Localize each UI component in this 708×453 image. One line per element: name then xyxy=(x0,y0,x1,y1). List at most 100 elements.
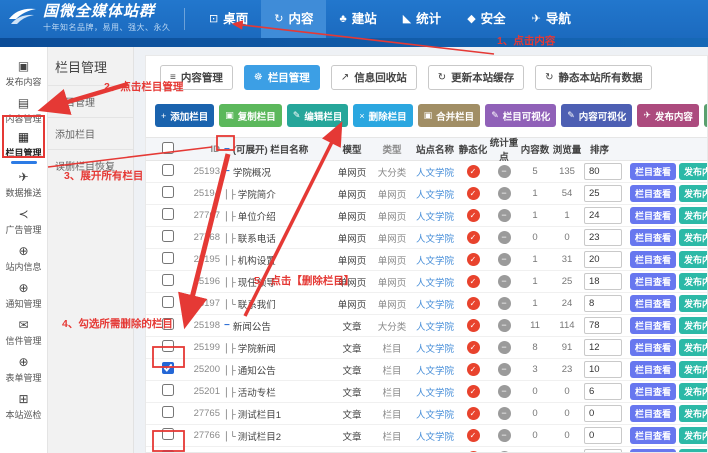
row-site-link[interactable]: 人文学院 xyxy=(412,363,458,377)
栏目查看-button[interactable]: 栏目查看 xyxy=(630,383,676,400)
发布内容-button[interactable]: 发布内容 xyxy=(679,427,708,444)
栏目查看-button[interactable]: 栏目查看 xyxy=(630,427,676,444)
row-checkbox[interactable] xyxy=(162,406,174,418)
submenu-item-添加栏目[interactable]: 添加栏目 xyxy=(48,117,133,149)
row-site-link[interactable]: 人文学院 xyxy=(412,253,458,267)
static-on-icon[interactable]: ✓ xyxy=(467,385,480,398)
sidebar-item-表单管理[interactable]: ⊕表单管理 xyxy=(0,351,48,388)
row-checkbox[interactable] xyxy=(162,274,174,286)
栏目查看-button[interactable]: 栏目查看 xyxy=(630,295,676,312)
static-on-icon[interactable]: ✓ xyxy=(467,319,480,332)
sidebar-item-站内信息[interactable]: ⊕站内信息 xyxy=(0,240,48,277)
合并栏目-button[interactable]: ▣合并栏目 xyxy=(418,104,481,127)
栏目查看-button[interactable]: 栏目查看 xyxy=(630,229,676,246)
column-name[interactable]: 学院新闻 xyxy=(238,341,276,355)
row-site-link[interactable]: 人文学院 xyxy=(412,407,458,421)
tab-内容管理[interactable]: ≡内容管理 xyxy=(160,65,233,90)
sort-input[interactable] xyxy=(584,405,622,422)
stat-off-icon[interactable]: − xyxy=(498,429,511,442)
stat-off-icon[interactable]: − xyxy=(498,187,511,200)
stat-off-icon[interactable]: − xyxy=(498,297,511,310)
tab-栏目管理[interactable]: ☸栏目管理 xyxy=(244,65,320,90)
sort-input[interactable] xyxy=(584,185,622,202)
column-name[interactable]: 活动专栏 xyxy=(238,385,276,399)
sort-input[interactable] xyxy=(584,163,622,180)
发布内容-button[interactable]: 发布内容 xyxy=(679,295,708,312)
sort-input[interactable] xyxy=(584,449,622,453)
row-checkbox[interactable] xyxy=(162,252,174,264)
stat-off-icon[interactable]: − xyxy=(498,363,511,376)
栏目查看-button[interactable]: 栏目查看 xyxy=(630,405,676,422)
static-on-icon[interactable]: ✓ xyxy=(467,341,480,354)
collapse-icon[interactable]: − xyxy=(224,166,230,177)
sidebar-item-栏目管理[interactable]: ▦栏目管理 xyxy=(0,129,48,166)
static-on-icon[interactable]: ✓ xyxy=(467,429,480,442)
发布内容-button[interactable]: ✈发布内容 xyxy=(637,104,699,127)
sidebar-item-内容管理[interactable]: ▤内容管理 xyxy=(0,92,48,129)
row-checkbox[interactable] xyxy=(162,230,174,242)
nav-item-建站[interactable]: ♣建站 xyxy=(326,0,389,38)
row-checkbox[interactable] xyxy=(162,362,174,374)
栏目查看-button[interactable]: 栏目查看 xyxy=(630,361,676,378)
static-on-icon[interactable]: ✓ xyxy=(467,297,480,310)
sort-input[interactable] xyxy=(584,339,622,356)
row-site-link[interactable]: 人文学院 xyxy=(412,209,458,223)
nav-item-安全[interactable]: ◆安全 xyxy=(454,0,518,38)
column-name[interactable]: 通知公告 xyxy=(238,363,276,377)
row-checkbox[interactable] xyxy=(162,208,174,220)
row-site-link[interactable]: 人文学院 xyxy=(412,319,458,333)
nav-item-导航[interactable]: ✈导航 xyxy=(519,0,584,38)
nav-item-桌面[interactable]: ⊡桌面 xyxy=(196,0,261,38)
column-name[interactable]: 学院概况 xyxy=(233,165,271,179)
row-checkbox[interactable] xyxy=(162,340,174,352)
static-on-icon[interactable]: ✓ xyxy=(467,209,480,222)
stat-off-icon[interactable]: − xyxy=(498,165,511,178)
查看动态-button[interactable]: ⊙查看动态 xyxy=(704,104,708,127)
删除栏目-button[interactable]: ×删除栏目 xyxy=(353,104,412,127)
stat-off-icon[interactable]: − xyxy=(498,385,511,398)
column-name[interactable]: 现任领导 xyxy=(238,275,276,289)
column-name[interactable]: 学院简介 xyxy=(238,187,276,201)
row-site-link[interactable]: 人文学院 xyxy=(412,341,458,355)
stat-off-icon[interactable]: − xyxy=(498,231,511,244)
row-site-link[interactable]: 人文学院 xyxy=(412,275,458,289)
sort-input[interactable] xyxy=(584,427,622,444)
sidebar-item-本站巡检[interactable]: ⊞本站巡检 xyxy=(0,388,48,425)
sort-input[interactable] xyxy=(584,383,622,400)
sort-input[interactable] xyxy=(584,295,622,312)
column-name[interactable]: 测试栏目1 xyxy=(238,407,281,421)
tab-信息回收站[interactable]: ↗信息回收站 xyxy=(331,65,417,90)
row-site-link[interactable]: 人文学院 xyxy=(412,231,458,245)
sort-input[interactable] xyxy=(584,317,622,334)
sort-input[interactable] xyxy=(584,251,622,268)
row-checkbox[interactable] xyxy=(162,384,174,396)
栏目查看-button[interactable]: 栏目查看 xyxy=(630,251,676,268)
row-site-link[interactable]: 人文学院 xyxy=(412,297,458,311)
发布内容-button[interactable]: 发布内容 xyxy=(679,339,708,356)
select-all-checkbox[interactable] xyxy=(162,142,174,154)
发布内容-button[interactable]: 发布内容 xyxy=(679,317,708,334)
static-on-icon[interactable]: ✓ xyxy=(467,407,480,420)
栏目查看-button[interactable]: 栏目查看 xyxy=(630,273,676,290)
row-site-link[interactable]: 人文学院 xyxy=(412,385,458,399)
stat-off-icon[interactable]: − xyxy=(498,341,511,354)
column-name[interactable]: 测试栏目2 xyxy=(238,429,281,443)
row-checkbox[interactable] xyxy=(162,164,174,176)
row-site-link[interactable]: 人文学院 xyxy=(412,165,458,179)
column-name[interactable]: 单位介绍 xyxy=(238,209,276,223)
submenu-item-栏目管理[interactable]: 栏目管理 xyxy=(48,85,133,117)
row-checkbox[interactable] xyxy=(162,296,174,308)
栏目查看-button[interactable]: 栏目查看 xyxy=(630,207,676,224)
stat-off-icon[interactable]: − xyxy=(498,319,511,332)
发布内容-button[interactable]: 发布内容 xyxy=(679,207,708,224)
static-on-icon[interactable]: ✓ xyxy=(467,187,480,200)
发布内容-button[interactable]: 发布内容 xyxy=(679,163,708,180)
栏目可视化-button[interactable]: ✎栏目可视化 xyxy=(485,104,556,127)
column-name[interactable]: 联系我们 xyxy=(238,297,276,311)
stat-off-icon[interactable]: − xyxy=(498,209,511,222)
sort-input[interactable] xyxy=(584,361,622,378)
sidebar-item-广告管理[interactable]: ≺广告管理 xyxy=(0,203,48,240)
static-on-icon[interactable]: ✓ xyxy=(467,253,480,266)
static-on-icon[interactable]: ✓ xyxy=(467,363,480,376)
submenu-item-误删栏目恢复[interactable]: 误删栏目恢复 xyxy=(48,149,133,181)
